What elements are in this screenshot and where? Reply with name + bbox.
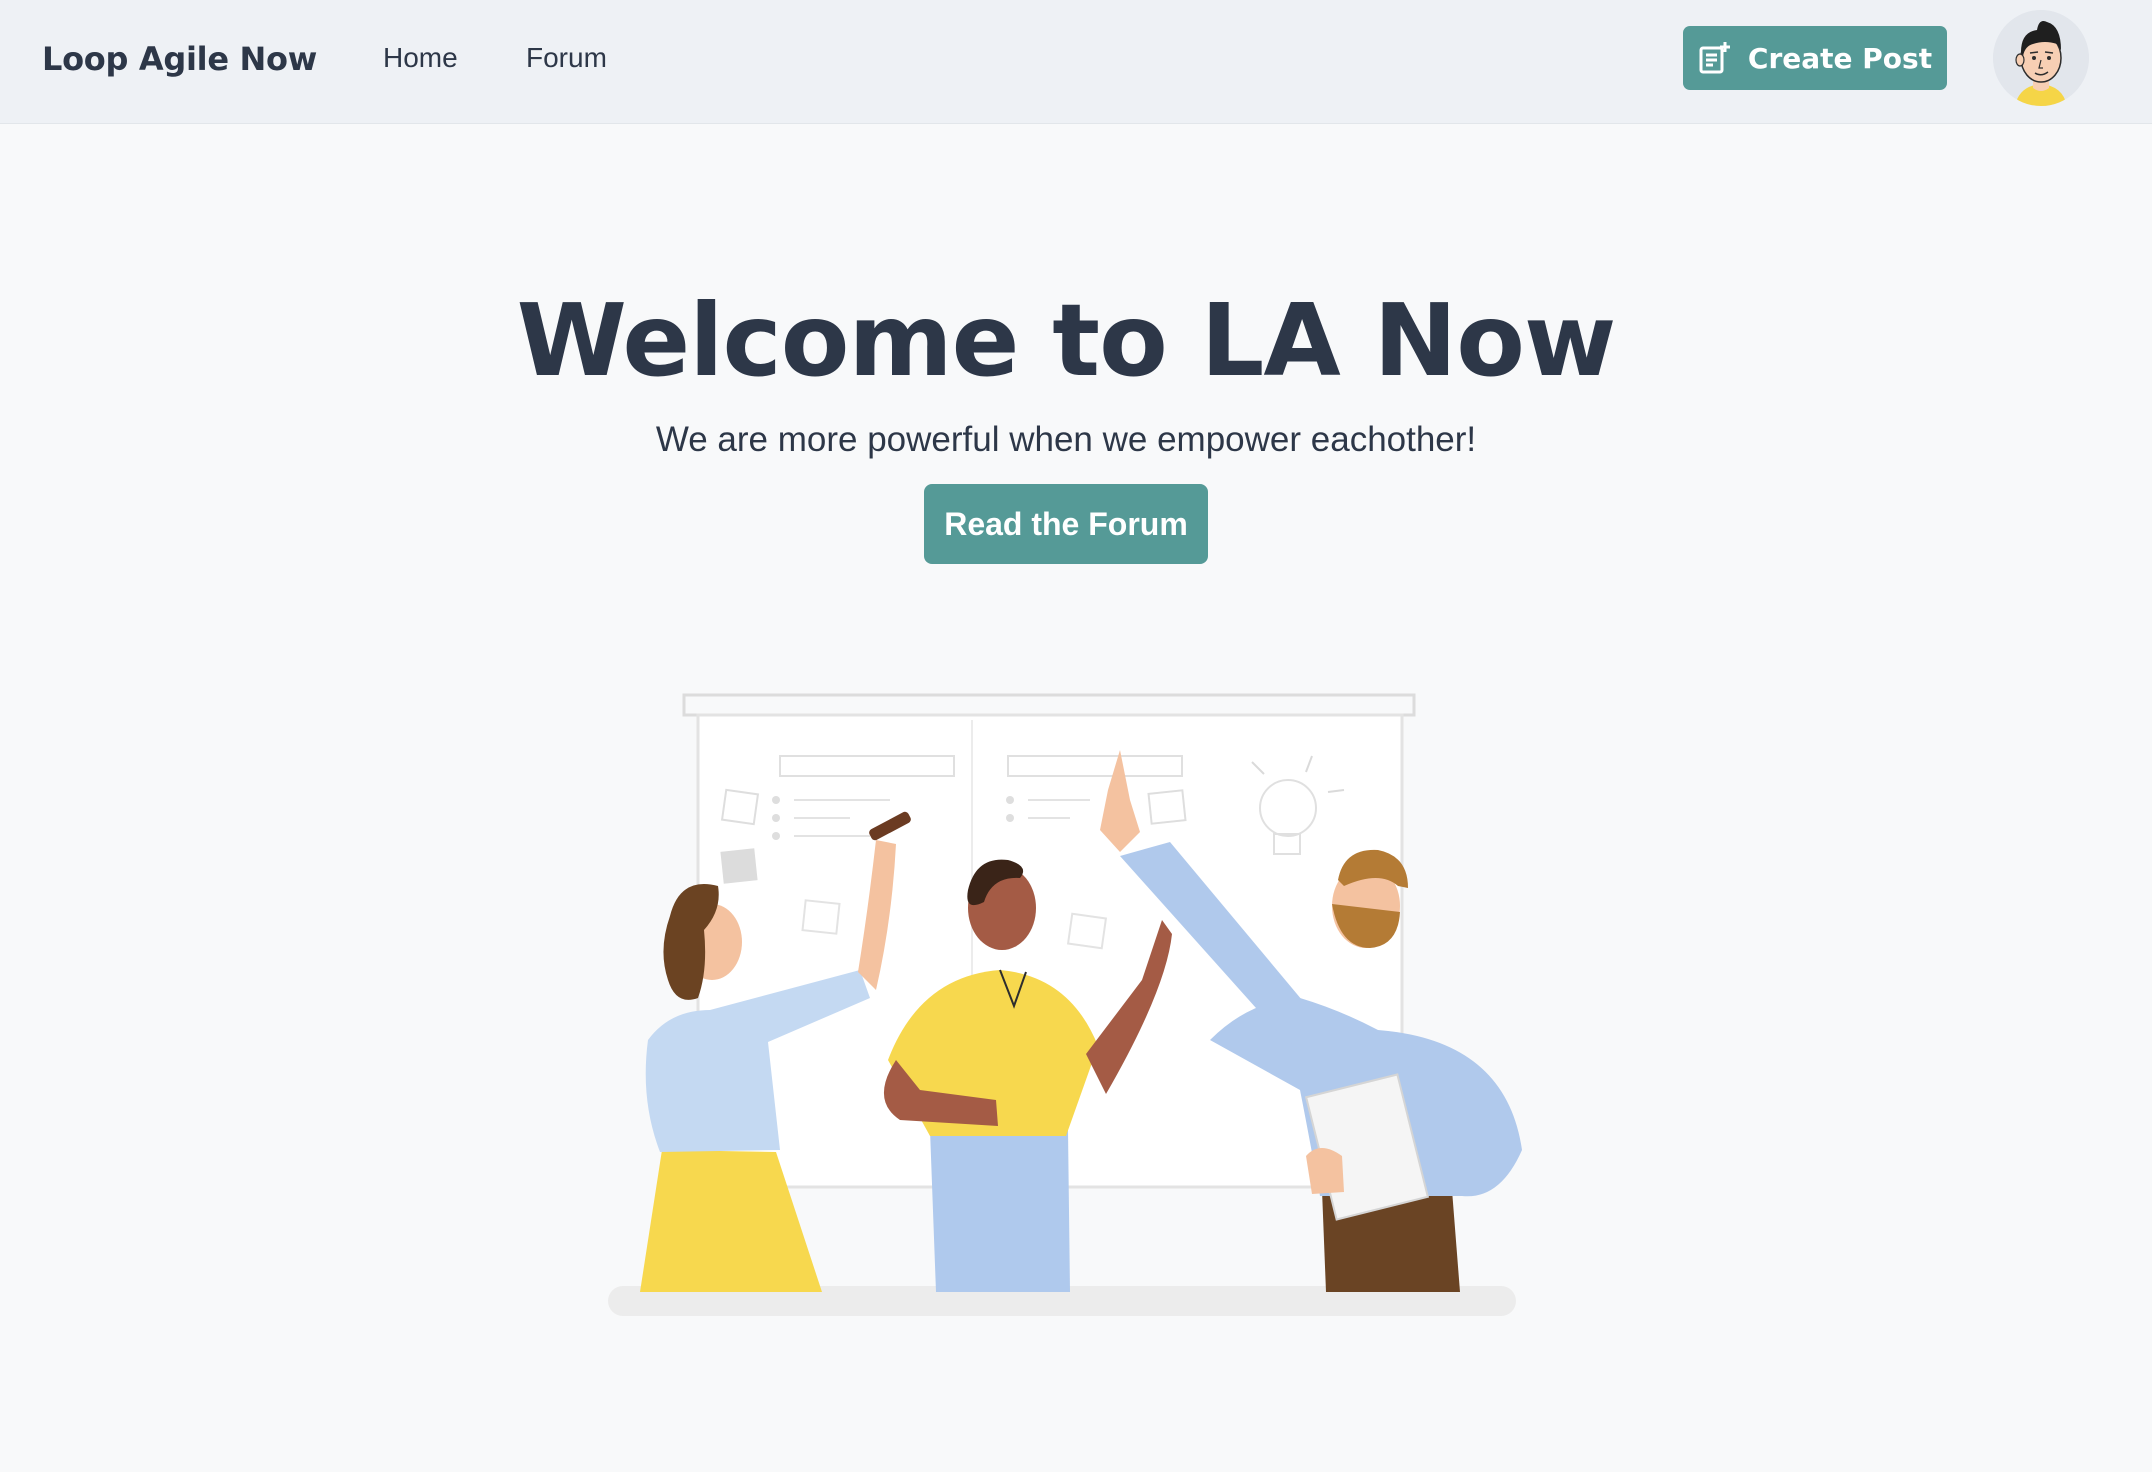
nav-link-forum[interactable]: Forum [526, 42, 607, 74]
nav-link-home[interactable]: Home [383, 42, 458, 74]
brand-logo[interactable]: Loop Agile Now [42, 40, 317, 78]
top-navbar: Loop Agile Now Home Forum Create Post [0, 0, 2152, 124]
create-post-label: Create Post [1747, 41, 1933, 75]
user-avatar[interactable] [1993, 10, 2089, 106]
read-forum-button[interactable]: Read the Forum [924, 484, 1208, 564]
team-collaboration-illustration [600, 680, 1540, 1320]
hero-title: Welcome to LA Now [516, 282, 1617, 399]
hero-subtitle: We are more powerful when we empower eac… [655, 420, 1477, 459]
create-post-button[interactable]: Create Post [1683, 26, 1947, 90]
document-plus-icon [1698, 41, 1732, 75]
